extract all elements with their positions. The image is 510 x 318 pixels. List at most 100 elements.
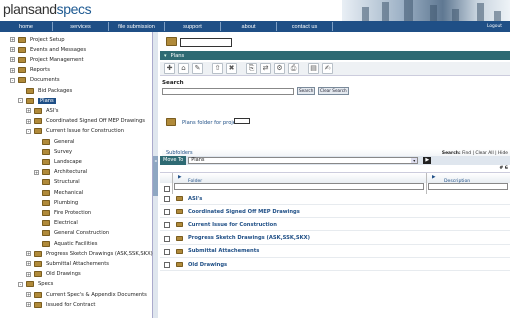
note-icon[interactable]: ✍ xyxy=(322,63,333,74)
table-row[interactable]: Progress Sketch Drawings (ASK,SSK,SKX) xyxy=(160,233,510,245)
table-row[interactable]: Coordinated Signed Off MEP Drawings xyxy=(160,206,510,219)
row-checkbox[interactable] xyxy=(164,196,170,202)
tree-item[interactable]: Electrical xyxy=(34,219,78,228)
expand-icon[interactable]: + xyxy=(10,37,15,42)
search-button[interactable]: Search xyxy=(297,87,316,95)
tree-item[interactable]: + Project Management xyxy=(10,55,84,64)
hide-link[interactable]: Hide xyxy=(498,151,508,156)
select-all-checkbox[interactable] xyxy=(164,186,170,192)
tree-item[interactable]: + Progress Sketch Drawings (ASK,SSK,SKX) xyxy=(26,249,153,258)
collapse-icon[interactable]: - xyxy=(26,128,31,134)
go-button[interactable]: ▶ xyxy=(423,157,432,164)
tree-item[interactable]: + Reports xyxy=(10,66,50,75)
logout-link[interactable]: Logout xyxy=(487,24,502,29)
expand-icon[interactable]: + xyxy=(10,47,15,53)
expand-icon[interactable]: + xyxy=(26,271,31,277)
tree-item[interactable]: General xyxy=(34,137,74,146)
expand-icon[interactable]: + xyxy=(34,169,39,175)
tree-item[interactable]: - Documents xyxy=(10,76,60,85)
nav-about[interactable]: about xyxy=(221,24,276,30)
folder-filter-input[interactable] xyxy=(174,183,424,190)
table-row[interactable]: Current Issue for Construction xyxy=(160,219,510,232)
tree-item[interactable]: + ASI's xyxy=(26,106,59,115)
tree-item[interactable]: - Plans xyxy=(18,96,56,105)
zip-icon[interactable]: ▤ xyxy=(308,63,319,74)
table-row[interactable]: Old Drawings xyxy=(160,259,510,271)
expand-icon[interactable]: + xyxy=(26,118,31,124)
clear-all-link[interactable]: Clear All xyxy=(475,151,493,156)
tree-item[interactable]: + Old Drawings xyxy=(26,270,81,279)
home-icon[interactable]: ⌂ xyxy=(178,63,189,74)
collapse-icon[interactable]: - xyxy=(18,98,23,104)
tree-item[interactable]: + Issued for Contract xyxy=(26,300,95,309)
tree-item-label: Reports xyxy=(30,67,50,74)
folder-name-field[interactable] xyxy=(180,38,232,47)
tree-item[interactable]: Landscape xyxy=(34,157,82,166)
row-checkbox[interactable] xyxy=(164,262,170,268)
row-folder-link[interactable]: Coordinated Signed Off MEP Drawings xyxy=(188,209,300,215)
expand-icon[interactable]: + xyxy=(26,251,31,257)
chevron-down-icon[interactable]: ▾ xyxy=(164,53,167,59)
row-checkbox[interactable] xyxy=(164,235,170,242)
print-icon[interactable]: ⎙ xyxy=(288,63,299,74)
folder-icon xyxy=(34,271,42,278)
collapse-icon[interactable]: - xyxy=(18,281,23,287)
description-filter-input[interactable] xyxy=(428,183,508,190)
sort-arrow-icon[interactable]: ▶ xyxy=(178,175,182,180)
tree-item[interactable]: + Architectural xyxy=(34,168,87,177)
table-row[interactable]: Submittal Attachements xyxy=(160,246,510,258)
table-row[interactable]: ASI's xyxy=(160,193,510,205)
nav-home[interactable]: home xyxy=(0,24,52,30)
tree-item[interactable]: + Project Setup xyxy=(10,35,65,44)
tree-item[interactable]: Plumbing xyxy=(34,198,78,207)
row-folder-link[interactable]: ASI's xyxy=(188,196,202,202)
tree-item[interactable]: Fire Protection xyxy=(34,208,91,217)
find-link[interactable]: Find xyxy=(462,151,471,156)
tree-item[interactable]: Mechanical xyxy=(34,188,83,197)
project-field[interactable] xyxy=(234,118,250,124)
move-to-select[interactable]: Plans ▾ xyxy=(188,157,419,164)
move-icon[interactable]: ⇄ xyxy=(260,63,271,74)
sort-arrow-icon[interactable]: ▶ xyxy=(432,175,436,180)
expand-icon[interactable]: + xyxy=(26,108,31,114)
expand-icon[interactable]: + xyxy=(26,292,31,297)
collapse-icon[interactable]: - xyxy=(10,77,15,83)
chevron-down-icon[interactable]: ▾ xyxy=(411,158,418,163)
expand-icon[interactable]: + xyxy=(10,57,15,63)
brand-logo[interactable]: plansandspecs xyxy=(3,1,92,17)
new-folder-icon[interactable]: ✚ xyxy=(164,63,175,74)
tree-item[interactable]: + Coordinated Signed Off MEP Drawings xyxy=(26,117,145,126)
settings-icon[interactable]: ⚙ xyxy=(274,63,285,74)
nav-contact-us[interactable]: contact us xyxy=(277,24,332,30)
tree-item[interactable]: General Construction xyxy=(34,229,109,238)
delete-icon[interactable]: ✖ xyxy=(226,63,237,74)
nav-file-submission[interactable]: file submission xyxy=(109,24,164,30)
tree-item[interactable]: Aquatic Facilities xyxy=(34,239,97,248)
tree-item[interactable]: + Events and Messages xyxy=(10,45,86,54)
tree-item[interactable]: - Current Issue for Construction xyxy=(26,127,124,136)
tree-item[interactable]: + Submittal Attachements xyxy=(26,259,109,268)
expand-icon[interactable]: + xyxy=(26,261,31,267)
nav-support[interactable]: support xyxy=(165,24,220,30)
search-input[interactable] xyxy=(162,88,294,95)
upload-icon[interactable]: ⇧ xyxy=(212,63,223,74)
expand-icon[interactable]: + xyxy=(10,67,15,73)
tree-item[interactable]: - Specs xyxy=(18,280,53,289)
row-checkbox[interactable] xyxy=(164,222,170,229)
row-folder-link[interactable]: Submittal Attachements xyxy=(188,248,259,254)
row-folder-link[interactable]: Old Drawings xyxy=(188,262,227,268)
row-checkbox[interactable] xyxy=(164,248,170,255)
row-folder-link[interactable]: Current Issue for Construction xyxy=(188,222,277,228)
row-checkbox[interactable] xyxy=(164,209,170,216)
clear-search-button[interactable]: Clear Search xyxy=(318,87,349,95)
brand-plain: plansand xyxy=(3,1,57,17)
tree-item[interactable]: Bid Packages xyxy=(18,86,72,95)
row-folder-link[interactable]: Progress Sketch Drawings (ASK,SSK,SKX) xyxy=(188,235,310,241)
edit-icon[interactable]: ✎ xyxy=(192,63,203,74)
tree-item[interactable]: + Current Spec's & Appendix Documents xyxy=(26,290,147,299)
nav-services[interactable]: services xyxy=(53,24,108,30)
tree-item[interactable]: Structural xyxy=(34,178,80,187)
expand-icon[interactable]: + xyxy=(26,302,31,308)
tree-item[interactable]: Survey xyxy=(34,147,72,156)
copy-icon[interactable]: ⎘ xyxy=(246,63,257,74)
